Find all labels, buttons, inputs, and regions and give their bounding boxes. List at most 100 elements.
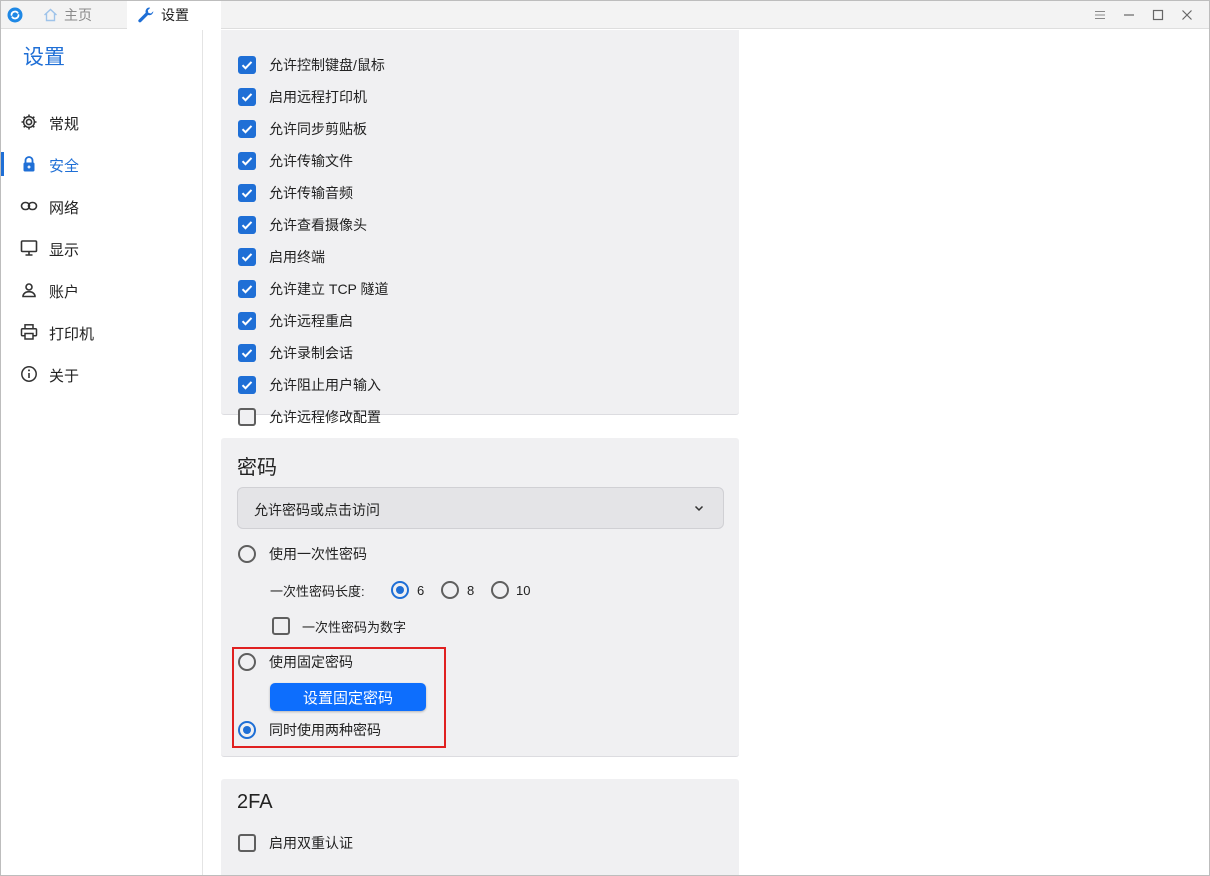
- checkmark-icon: [241, 157, 253, 166]
- sidebar-item-security[interactable]: 安全: [1, 148, 202, 180]
- permission-checkbox[interactable]: [238, 280, 256, 298]
- password-card: 密码 允许密码或点击访问 使用一次性密码 一次性密码长度: 6 8 10 一次性…: [221, 438, 739, 757]
- checkmark-icon: [241, 317, 253, 326]
- length-8-radio[interactable]: [441, 581, 459, 599]
- close-icon: [1181, 10, 1192, 20]
- permission-label: 允许控制键盘/鼠标: [269, 57, 385, 73]
- both-passwords-label: 同时使用两种密码: [269, 722, 381, 738]
- permission-checkbox[interactable]: [238, 184, 256, 202]
- gear-icon: [21, 114, 37, 130]
- tab-settings-label: 设置: [161, 7, 189, 23]
- menu-button[interactable]: [1085, 1, 1114, 29]
- length-6-radio[interactable]: [391, 581, 409, 599]
- twofa-label: 启用双重认证: [269, 835, 353, 851]
- permissions-card: 允许控制键盘/鼠标 启用远程打印机 允许同步剪贴板 允许传输文件 允许传输音频 …: [221, 30, 739, 426]
- permission-checkbox[interactable]: [238, 408, 256, 426]
- lock-icon: [23, 156, 35, 172]
- permission-checkbox[interactable]: [238, 248, 256, 266]
- permission-checkbox[interactable]: [238, 312, 256, 330]
- tab-settings[interactable]: 设置: [127, 1, 221, 29]
- password-title: 密码: [237, 457, 277, 479]
- both-passwords-radio[interactable]: [238, 721, 256, 739]
- permission-label: 允许阻止用户输入: [269, 377, 381, 393]
- set-fixed-password-button[interactable]: 设置固定密码: [270, 683, 426, 711]
- sidebar-item-label: 显示: [49, 242, 80, 259]
- link-icon: [20, 201, 38, 211]
- checkmark-icon: [241, 61, 253, 70]
- twofa-title: 2FA: [237, 791, 273, 813]
- permission-label: 允许查看摄像头: [269, 217, 367, 233]
- permission-checkbox[interactable]: [238, 152, 256, 170]
- app-logo-icon: [7, 7, 23, 23]
- permission-label: 允许传输音频: [269, 185, 353, 201]
- checkmark-icon: [241, 285, 253, 294]
- sidebar-title: 设置: [23, 46, 65, 69]
- length-10-label: 10: [516, 582, 531, 598]
- sidebar-item-about[interactable]: 关于: [1, 358, 202, 390]
- wrench-icon: [138, 7, 154, 23]
- permission-label: 启用终端: [269, 249, 325, 265]
- checkmark-icon: [241, 125, 253, 134]
- access-mode-value: 允许密码或点击访问: [254, 502, 380, 518]
- printer-icon: [20, 324, 38, 340]
- sidebar-item-account[interactable]: 账户: [1, 274, 202, 306]
- sidebar-item-label: 关于: [49, 368, 80, 385]
- fixed-password-label: 使用固定密码: [269, 654, 353, 670]
- info-icon: [21, 366, 37, 382]
- active-indicator: [1, 152, 4, 176]
- fixed-password-radio[interactable]: [238, 653, 256, 671]
- checkmark-icon: [241, 221, 253, 230]
- sidebar-item-label: 常规: [49, 116, 80, 133]
- user-icon: [22, 283, 36, 298]
- one-time-password-label: 使用一次性密码: [269, 546, 367, 562]
- window-controls: [1085, 1, 1201, 29]
- tab-home-label: 主页: [64, 7, 92, 23]
- home-icon: [44, 8, 57, 22]
- checkmark-icon: [241, 93, 253, 102]
- length-10-radio[interactable]: [491, 581, 509, 599]
- maximize-button[interactable]: [1143, 1, 1172, 29]
- permission-label: 允许传输文件: [269, 153, 353, 169]
- minimize-button[interactable]: [1114, 1, 1143, 29]
- length-8-label: 8: [467, 582, 475, 598]
- title-bar: 主页 设置: [1, 1, 1209, 29]
- checkmark-icon: [241, 381, 253, 390]
- main-content: 允许控制键盘/鼠标 启用远程打印机 允许同步剪贴板 允许传输文件 允许传输音频 …: [204, 30, 1209, 875]
- monitor-icon: [20, 240, 38, 256]
- length-6-label: 6: [417, 582, 425, 598]
- twofa-checkbox[interactable]: [238, 834, 256, 852]
- checkmark-icon: [241, 189, 253, 198]
- sidebar-item-display[interactable]: 显示: [1, 232, 202, 264]
- sidebar: 设置 常规 安全 网络 显示 账户 打印机 关于: [1, 30, 203, 875]
- permission-label: 允许录制会话: [269, 345, 353, 361]
- permission-checkbox[interactable]: [238, 88, 256, 106]
- minimize-icon: [1123, 14, 1134, 16]
- sidebar-item-label: 打印机: [49, 326, 95, 343]
- permission-checkbox[interactable]: [238, 344, 256, 362]
- twofa-card: 2FA 启用双重认证: [221, 779, 739, 875]
- close-button[interactable]: [1172, 1, 1201, 29]
- sidebar-item-printer[interactable]: 打印机: [1, 316, 202, 348]
- permission-checkbox[interactable]: [238, 120, 256, 138]
- checkmark-icon: [241, 349, 253, 358]
- sidebar-item-network[interactable]: 网络: [1, 190, 202, 222]
- numeric-password-checkbox[interactable]: [272, 617, 290, 635]
- permission-checkbox[interactable]: [238, 56, 256, 74]
- access-mode-select[interactable]: 允许密码或点击访问: [237, 487, 724, 529]
- menu-icon: [1094, 10, 1105, 20]
- permission-label: 启用远程打印机: [269, 89, 367, 105]
- sidebar-item-label: 网络: [49, 200, 80, 217]
- permission-checkbox[interactable]: [238, 376, 256, 394]
- one-time-password-radio[interactable]: [238, 545, 256, 563]
- permission-label: 允许建立 TCP 隧道: [269, 281, 389, 297]
- app-window: 主页 设置 设置 常规 安全 网络 显示 账户 打印机 关于 允许控制键盘/鼠标…: [0, 0, 1210, 876]
- permission-label: 允许远程修改配置: [269, 409, 381, 425]
- chevron-down-icon: [694, 505, 704, 512]
- tab-home[interactable]: 主页: [43, 1, 92, 29]
- permission-label: 允许远程重启: [269, 313, 353, 329]
- sidebar-item-label: 安全: [49, 158, 80, 175]
- permission-checkbox[interactable]: [238, 216, 256, 234]
- sidebar-item-general[interactable]: 常规: [1, 106, 202, 138]
- maximize-icon: [1152, 9, 1163, 21]
- permission-label: 允许同步剪贴板: [269, 121, 367, 137]
